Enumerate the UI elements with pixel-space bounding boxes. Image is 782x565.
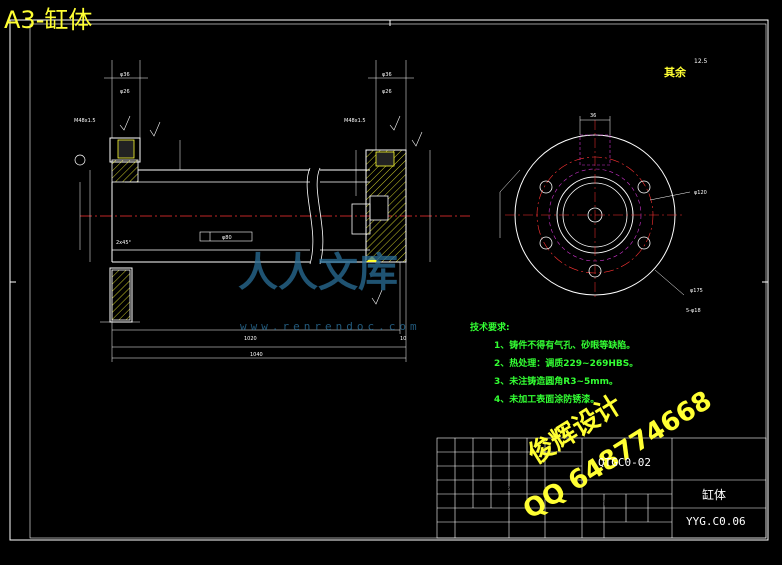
tb-drawing-no: QTGC0-02 [598,456,651,469]
dim-d36-right: φ36 [382,72,392,78]
dim-d26-left: φ26 [120,89,130,95]
datum-a [74,154,86,166]
dim-d175: φ175 [690,288,703,294]
tb-label: 更改文件号 [493,485,523,493]
tb-label: 处数 [457,485,469,493]
tb-part-name: 缸体 [702,488,727,502]
left-port [117,139,135,159]
tech-item: 1、铸件不得有气孔、砂眼等缺陷。 [494,341,636,351]
drawing-title: A3-缸体 [4,6,93,34]
tb-label: 张 [608,527,614,535]
watermark-url: www.renrendoc.com [240,320,421,333]
end-view [499,116,691,300]
dim-d120: φ120 [694,190,707,196]
tb-label: 第 [630,527,636,535]
tb-label: 张 [652,527,658,535]
tb-label: 工艺 [439,527,451,535]
tb-code: YYG.C0.06 [686,515,746,528]
bottom-flange-hatch [111,269,131,321]
tb-label: 标记 [439,485,451,493]
watermark-logo: 人人文库 [238,249,398,296]
tb-label: 比例 [650,499,662,507]
dim-d26-right: φ26 [382,89,392,95]
tb-label: 共 [590,527,596,535]
tb-label: 重量 [628,499,640,507]
right-end-bore [369,195,389,221]
tb-label: 审核 [439,513,451,521]
dim-len-total: 1040 [250,352,263,358]
tech-item: 3、未注铸造圆角R3~5mm。 [494,377,619,387]
top-wall-hatch [111,159,139,183]
tb-scale: 1:2 [654,514,664,521]
dim-thread-right: M48x1.5 [344,118,366,124]
dim-thread-left: M48x1.5 [74,118,96,124]
bolt-hole [637,236,651,250]
bolt-hole [637,180,651,194]
dim-face: 36 [590,113,596,119]
tb-label: 批准 [511,527,523,535]
bolt-hole [539,236,553,250]
inner-border [29,23,767,539]
tb-label: 分区 [475,485,487,493]
section-view [74,60,470,362]
dim-bore: φ80 [222,235,232,241]
tech-heading: 技术要求: [470,323,510,333]
dim-len-flange: 10 [400,336,406,342]
roughness-note: 其余 [664,66,686,79]
bolt-hole [539,180,553,194]
tb-label: 设计 [439,499,451,507]
dim-len-body: 1020 [244,336,257,342]
tech-item: 2、热处理：调质229~269HBS。 [494,359,639,369]
dim-holes: 5-φ18 [686,308,701,314]
right-port [375,151,395,167]
dim-d36-left: φ36 [120,72,130,78]
tb-label: 阶段标记 [585,499,609,507]
dim-chamfer: 2x45° [116,240,132,246]
roughness-value: 12.5 [694,58,708,65]
